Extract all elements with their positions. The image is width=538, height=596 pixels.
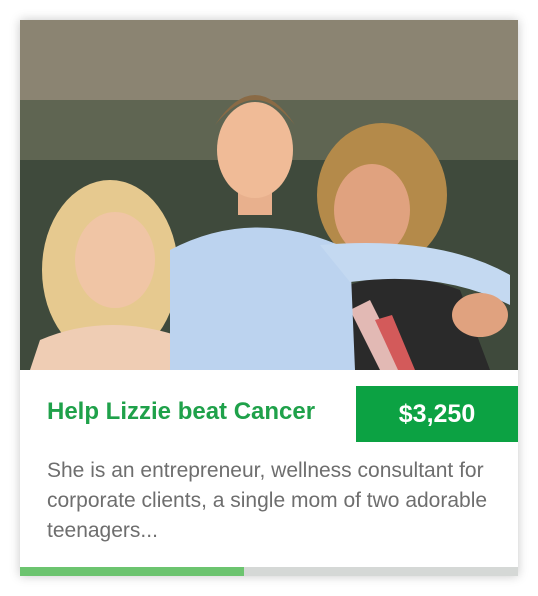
funding-progress-fill [20, 567, 245, 576]
campaign-card[interactable]: Help Lizzie beat Cancer $3,250 She is an… [20, 20, 518, 576]
funding-progress-bar [20, 567, 518, 576]
photo-illustration [20, 20, 518, 370]
campaign-photo[interactable] [20, 20, 518, 370]
campaign-description: She is an entrepreneur, wellness consult… [47, 459, 488, 542]
campaign-title[interactable]: Help Lizzie beat Cancer [47, 398, 315, 426]
amount-raised-badge: $3,250 [356, 386, 518, 442]
title-row: Help Lizzie beat Cancer $3,250 [20, 386, 518, 442]
